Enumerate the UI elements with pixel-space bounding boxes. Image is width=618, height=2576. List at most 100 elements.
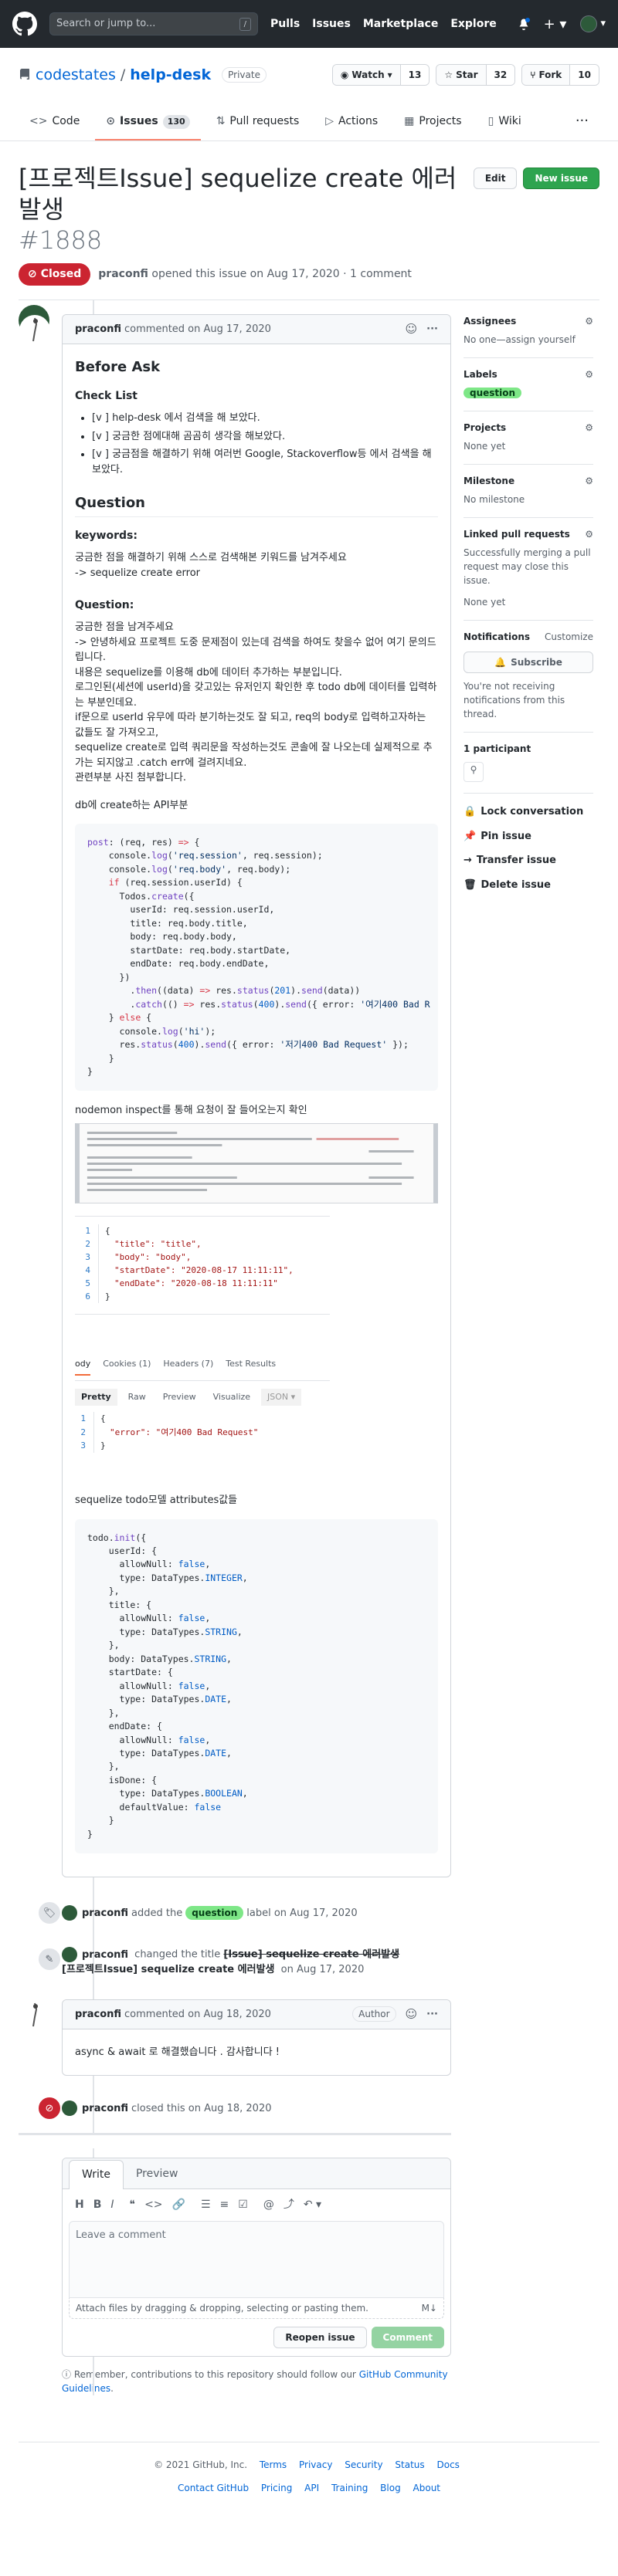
footer-link-api[interactable]: API xyxy=(304,2483,319,2493)
sidebar-heading[interactable]: Projects xyxy=(464,421,506,435)
footer-link-terms[interactable]: Terms xyxy=(260,2459,287,2470)
event-user[interactable]: praconfi xyxy=(82,1949,128,1961)
task-list-icon[interactable]: ☑ xyxy=(238,2197,248,2213)
new-issue-button[interactable]: New issue xyxy=(523,168,599,189)
attach-files-bar[interactable]: Attach files by dragging & dropping, sel… xyxy=(69,2298,444,2320)
mode-raw[interactable]: Raw xyxy=(122,1389,152,1406)
edit-button[interactable]: Edit xyxy=(473,168,518,189)
avatar-dropdown[interactable]: ▾ xyxy=(580,15,606,32)
label-question[interactable]: question xyxy=(464,388,522,398)
smiley-icon[interactable]: ☺ xyxy=(406,320,418,338)
nav-issues[interactable]: Issues xyxy=(312,16,351,32)
bold-icon[interactable]: B xyxy=(93,2197,102,2213)
watch-button[interactable]: ◉ Watch ▾ 13 xyxy=(331,64,430,86)
more-tabs-icon[interactable]: ··· xyxy=(565,110,599,140)
footer-link-privacy[interactable]: Privacy xyxy=(299,2459,332,2470)
mode-pretty[interactable]: Pretty xyxy=(75,1388,117,1406)
footer-link-docs[interactable]: Docs xyxy=(436,2459,459,2470)
avatar[interactable] xyxy=(62,1947,77,1963)
plus-dropdown-icon[interactable]: + ▾ xyxy=(544,14,567,35)
pin-issue-link[interactable]: 📌 Pin issue xyxy=(464,829,593,845)
repo-name-link[interactable]: help-desk xyxy=(130,64,211,86)
mention-icon[interactable]: @ xyxy=(263,2197,274,2213)
postman-request-image[interactable]: 123456 { "title": "title", "body": "body… xyxy=(75,1215,330,1315)
tab-write[interactable]: Write xyxy=(69,2160,124,2190)
nav-explore[interactable]: Explore xyxy=(450,16,496,32)
smiley-icon[interactable]: ☺ xyxy=(406,2006,418,2023)
delete-issue-link[interactable]: 🗑 Delete issue xyxy=(464,878,593,893)
gear-icon[interactable]: ⚙ xyxy=(585,367,593,381)
avatar[interactable] xyxy=(19,1999,50,2031)
tab-code[interactable]: <> Code xyxy=(19,113,90,140)
gear-icon[interactable]: ⚙ xyxy=(585,314,593,328)
nav-marketplace[interactable]: Marketplace xyxy=(363,16,438,32)
sidebar-heading[interactable]: Milestone xyxy=(464,474,514,488)
github-logo-icon[interactable] xyxy=(12,12,37,36)
watch-count[interactable]: 13 xyxy=(399,65,430,85)
tab-pull-requests[interactable]: ⇅ Pull requests xyxy=(205,113,311,140)
mode-preview[interactable]: Preview xyxy=(157,1389,202,1406)
reply-icon[interactable]: ↶ ▾ xyxy=(304,2197,321,2213)
fork-count[interactable]: 10 xyxy=(569,65,599,85)
mode-visualize[interactable]: Visualize xyxy=(207,1389,256,1406)
quote-icon[interactable]: ❝ xyxy=(130,2197,136,2213)
tab-wiki[interactable]: ▯ Wiki xyxy=(477,113,532,140)
sidebar-heading[interactable]: Linked pull requests xyxy=(464,527,570,541)
postman-response-image[interactable]: ody Cookies (1) Headers (7) Test Results… xyxy=(75,1358,330,1453)
footer-link-about[interactable]: About xyxy=(413,2483,440,2493)
italic-icon[interactable]: I xyxy=(110,2197,114,2213)
comment-date[interactable]: commented on Aug 18, 2020 xyxy=(124,2007,271,2023)
issue-author-link[interactable]: praconfi xyxy=(98,268,148,280)
ordered-list-icon[interactable]: ≡ xyxy=(220,2197,229,2213)
event-user[interactable]: praconfi xyxy=(82,1906,128,1921)
footer-link-status[interactable]: Status xyxy=(395,2459,424,2470)
heading-icon[interactable]: H xyxy=(75,2197,84,2213)
gear-icon[interactable]: ⚙ xyxy=(585,474,593,488)
footer-link-security[interactable]: Security xyxy=(345,2459,382,2470)
event-user[interactable]: praconfi xyxy=(82,2101,128,2117)
comment-author[interactable]: praconfi xyxy=(75,2007,121,2023)
avatar[interactable]: ⚲ xyxy=(464,762,484,782)
avatar[interactable] xyxy=(62,2100,77,2117)
gear-icon[interactable]: ⚙ xyxy=(585,421,593,435)
nodemon-console-image[interactable] xyxy=(75,1122,438,1203)
comment-button[interactable]: Comment xyxy=(371,2327,444,2349)
star-count[interactable]: 32 xyxy=(485,65,515,85)
kebab-menu-icon[interactable]: ··· xyxy=(426,322,438,337)
sidebar-heading[interactable]: Labels xyxy=(464,367,497,381)
markdown-icon[interactable]: M↓ xyxy=(422,2301,437,2315)
tab-issues[interactable]: ⊙ Issues 130 xyxy=(95,113,201,140)
assignees-value[interactable]: No one—assign yourself xyxy=(464,333,593,347)
gear-icon[interactable]: ⚙ xyxy=(585,527,593,541)
customize-link[interactable]: Customize xyxy=(545,630,593,644)
response-tab-body[interactable]: ody xyxy=(75,1358,91,1376)
avatar[interactable] xyxy=(62,1905,77,1921)
footer-link-pricing[interactable]: Pricing xyxy=(261,2483,292,2493)
comment-date[interactable]: commented on Aug 17, 2020 xyxy=(124,322,271,337)
kebab-menu-icon[interactable]: ··· xyxy=(426,2007,438,2023)
comment-textarea[interactable]: Leave a comment xyxy=(69,2221,444,2299)
footer-link-blog[interactable]: Blog xyxy=(380,2483,401,2493)
reference-icon[interactable]: ⤴ xyxy=(284,2197,294,2213)
search-input[interactable]: Search or jump to... / xyxy=(49,12,258,36)
footer-link-contact[interactable]: Contact GitHub xyxy=(178,2483,249,2493)
response-tab-cookies[interactable]: Cookies (1) xyxy=(103,1358,151,1376)
label-question[interactable]: question xyxy=(185,1906,244,1921)
comment-author[interactable]: praconfi xyxy=(75,322,121,337)
star-button[interactable]: ☆ Star 32 xyxy=(436,64,516,86)
nav-pulls[interactable]: Pulls xyxy=(270,16,300,32)
format-select[interactable]: JSON ▾ xyxy=(261,1388,302,1406)
lock-conversation-link[interactable]: 🔒 Lock conversation xyxy=(464,804,593,820)
reopen-issue-button[interactable]: Reopen issue xyxy=(273,2327,367,2349)
fork-button[interactable]: ⑂ Fork 10 xyxy=(521,64,599,86)
unordered-list-icon[interactable]: ☰ xyxy=(201,2197,211,2213)
footer-link-training[interactable]: Training xyxy=(331,2483,368,2493)
bell-icon[interactable] xyxy=(518,18,530,30)
transfer-issue-link[interactable]: → Transfer issue xyxy=(464,853,593,868)
response-tab-headers[interactable]: Headers (7) xyxy=(163,1358,213,1376)
code-icon[interactable]: <> xyxy=(144,2197,162,2213)
subscribe-button[interactable]: 🔔 Subscribe xyxy=(464,652,593,673)
tab-actions[interactable]: ▷ Actions xyxy=(314,113,389,140)
tab-projects[interactable]: ▦ Projects xyxy=(393,113,472,140)
repo-owner-link[interactable]: codestates xyxy=(36,64,116,86)
